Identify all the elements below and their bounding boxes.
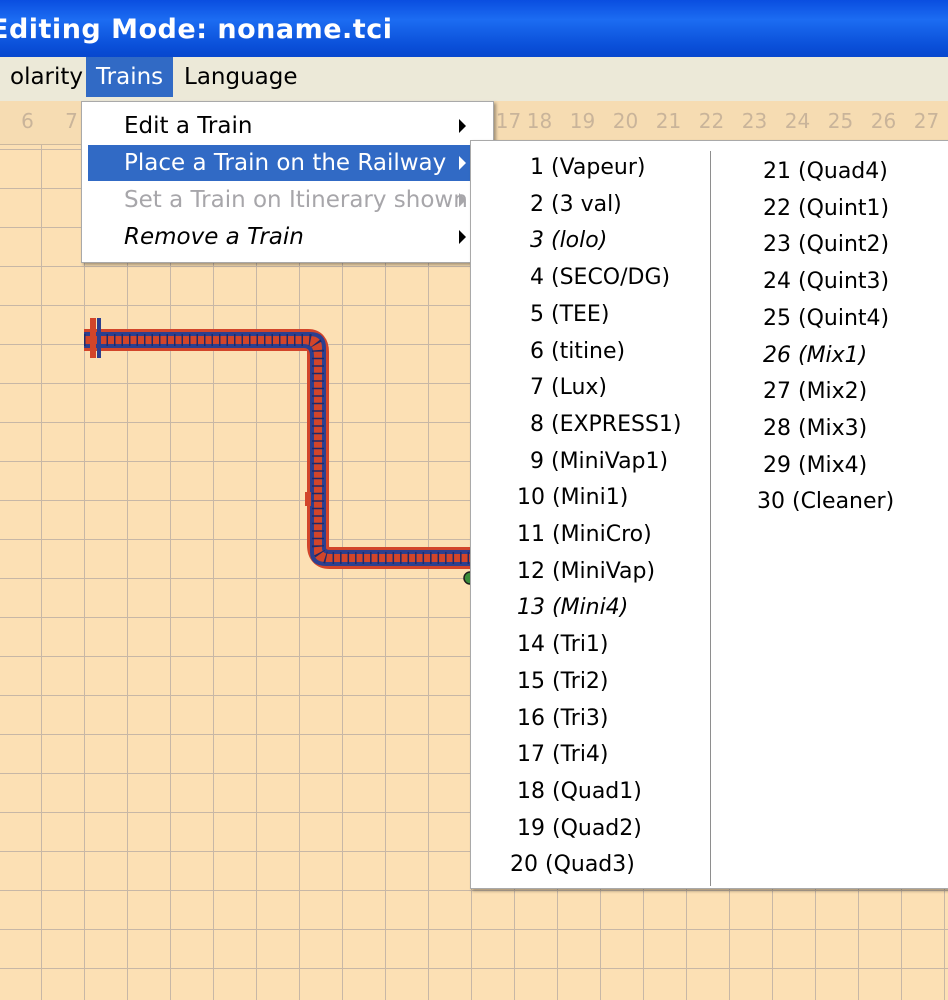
train-item[interactable]: 4 (SECO/DG)	[530, 261, 670, 295]
menu-item-edit-train[interactable]: Edit a Train	[88, 108, 484, 144]
train-item[interactable]: 28 (Mix3)	[763, 412, 867, 446]
train-item[interactable]: 30 (Cleaner)	[757, 485, 894, 519]
menu-item-remove-train[interactable]: Remove a Train	[88, 219, 484, 255]
train-item[interactable]: 2 (3 val)	[530, 188, 622, 222]
train-item[interactable]: 19 (Quad2)	[517, 812, 642, 846]
start-marker[interactable]	[90, 318, 96, 358]
train-item[interactable]: 9 (MiniVap1)	[530, 445, 668, 479]
train-item[interactable]: 13 (Mini4)	[517, 591, 628, 625]
train-item[interactable]: 17 (Tri4)	[517, 738, 609, 772]
menu-item-label: Remove a Train	[124, 224, 304, 250]
track-joint-marker	[305, 492, 311, 506]
train-item[interactable]: 7 (Lux)	[530, 371, 607, 405]
train-item[interactable]: 10 (Mini1)	[517, 481, 628, 515]
menu-item-label: Edit a Train	[124, 113, 253, 139]
train-item[interactable]: 21 (Quad4)	[763, 155, 888, 189]
submenu-arrow-icon	[459, 193, 466, 207]
train-item[interactable]: 6 (titine)	[530, 335, 625, 369]
menu-item-label: Place a Train on the Railway	[124, 150, 447, 176]
train-item[interactable]: 24 (Quint3)	[763, 265, 889, 299]
train-item[interactable]: 27 (Mix2)	[763, 375, 867, 409]
train-item[interactable]: 12 (MiniVap)	[517, 555, 655, 589]
train-item[interactable]: 26 (Mix1)	[763, 339, 867, 373]
train-item[interactable]: 16 (Tri3)	[517, 702, 609, 736]
submenu-arrow-icon	[459, 119, 466, 133]
train-item[interactable]: 8 (EXPRESS1)	[530, 408, 682, 442]
train-item[interactable]: 11 (MiniCro)	[517, 518, 652, 552]
train-item[interactable]: 20 (Quad3)	[510, 848, 635, 882]
menu-item-set-itinerary: Set a Train on Itinerary shown	[88, 182, 484, 218]
train-item[interactable]: 18 (Quad1)	[517, 775, 642, 809]
menu-item-place-train[interactable]: Place a Train on the Railway	[88, 145, 484, 181]
train-item[interactable]: 15 (Tri2)	[517, 665, 609, 699]
train-item[interactable]: 3 (lolo)	[530, 224, 607, 258]
train-list-submenu: 1 (Vapeur) 2 (3 val) 3 (lolo) 4 (SECO/DG…	[470, 140, 948, 889]
train-item[interactable]: 1 (Vapeur)	[530, 151, 645, 185]
train-item[interactable]: 25 (Quint4)	[763, 302, 889, 336]
train-item[interactable]: 22 (Quint1)	[763, 192, 889, 226]
submenu-arrow-icon	[459, 156, 466, 170]
train-item[interactable]: 23 (Quint2)	[763, 228, 889, 262]
menu-item-label: Set a Train on Itinerary shown	[124, 187, 468, 213]
trains-dropdown-menu: Edit a Train Place a Train on the Railwa…	[81, 101, 494, 263]
train-item[interactable]: 14 (Tri1)	[517, 628, 609, 662]
train-item[interactable]: 29 (Mix4)	[763, 449, 867, 483]
submenu-arrow-icon	[459, 230, 466, 244]
train-item[interactable]: 5 (TEE)	[530, 298, 609, 332]
